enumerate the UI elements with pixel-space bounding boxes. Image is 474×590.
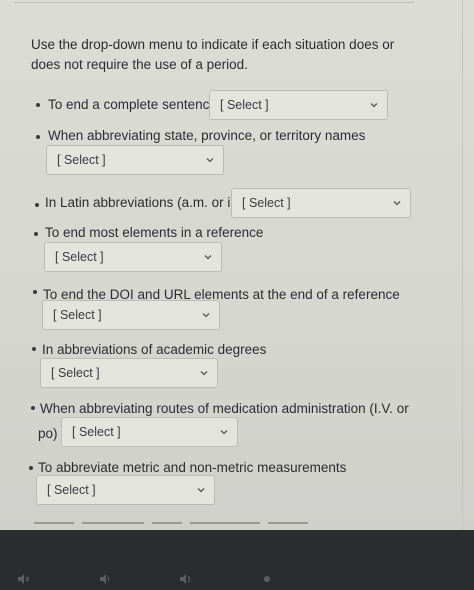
chevron-down-icon: [220, 430, 228, 435]
select-value: [ Select ]: [242, 196, 291, 210]
item-label-1: To end a complete sentence: [48, 97, 217, 112]
select-item-3[interactable]: [ Select ]: [231, 188, 411, 218]
chevron-down-icon: [206, 158, 214, 163]
chevron-down-icon: [200, 371, 208, 376]
select-value: [ Select ]: [72, 425, 121, 439]
item-label-7: When abbreviating routes of medication a…: [40, 401, 409, 416]
device-bottom-bar: [0, 530, 474, 590]
select-item-5[interactable]: [ Select ]: [42, 300, 220, 330]
select-item-1[interactable]: [ Select ]: [209, 90, 388, 120]
bullet: [29, 466, 33, 470]
right-divider: [462, 0, 463, 530]
bullet: [33, 290, 37, 294]
chevron-down-icon: [370, 103, 378, 108]
volume-low-icon: [100, 574, 110, 584]
item-label-4: To end most elements in a reference: [45, 225, 264, 240]
select-item-8[interactable]: [ Select ]: [36, 475, 215, 505]
question-text: Use the drop-down menu to indicate if ea…: [31, 37, 395, 72]
bullet: [31, 406, 35, 410]
select-item-4[interactable]: [ Select ]: [44, 242, 222, 272]
quiz-page: Use the drop-down menu to indicate if ea…: [0, 0, 474, 530]
item-label-6: In abbreviations of academic degrees: [42, 342, 267, 357]
brightness-icon: [264, 576, 270, 582]
item-label-8: To abbreviate metric and non-metric meas…: [38, 460, 347, 475]
item-label-3: In Latin abbreviations (a.m. or ie): [45, 195, 243, 210]
chevron-down-icon: [393, 201, 401, 206]
top-divider: [14, 2, 414, 3]
select-value: [ Select ]: [51, 366, 100, 380]
bullet: [34, 232, 38, 236]
chevron-down-icon: [204, 255, 212, 260]
chevron-down-icon: [202, 313, 210, 318]
item-label-7-continued: po): [38, 426, 58, 441]
mute-icon: [18, 574, 30, 584]
select-item-7[interactable]: [ Select ]: [61, 417, 238, 447]
select-value: [ Select ]: [57, 153, 106, 167]
select-value: [ Select ]: [53, 308, 102, 322]
bullet: [36, 135, 40, 139]
select-value: [ Select ]: [55, 250, 104, 264]
volume-high-icon: [180, 574, 191, 584]
select-value: [ Select ]: [47, 483, 96, 497]
cut-off-text-line: [30, 516, 330, 530]
select-item-2[interactable]: [ Select ]: [46, 145, 224, 175]
chevron-down-icon: [197, 488, 205, 493]
bullet: [35, 203, 39, 207]
select-item-6[interactable]: [ Select ]: [40, 358, 218, 388]
bullet: [32, 347, 36, 351]
item-label-2: When abbreviating state, province, or te…: [48, 128, 366, 143]
select-value: [ Select ]: [220, 98, 269, 112]
bullet: [36, 103, 40, 107]
